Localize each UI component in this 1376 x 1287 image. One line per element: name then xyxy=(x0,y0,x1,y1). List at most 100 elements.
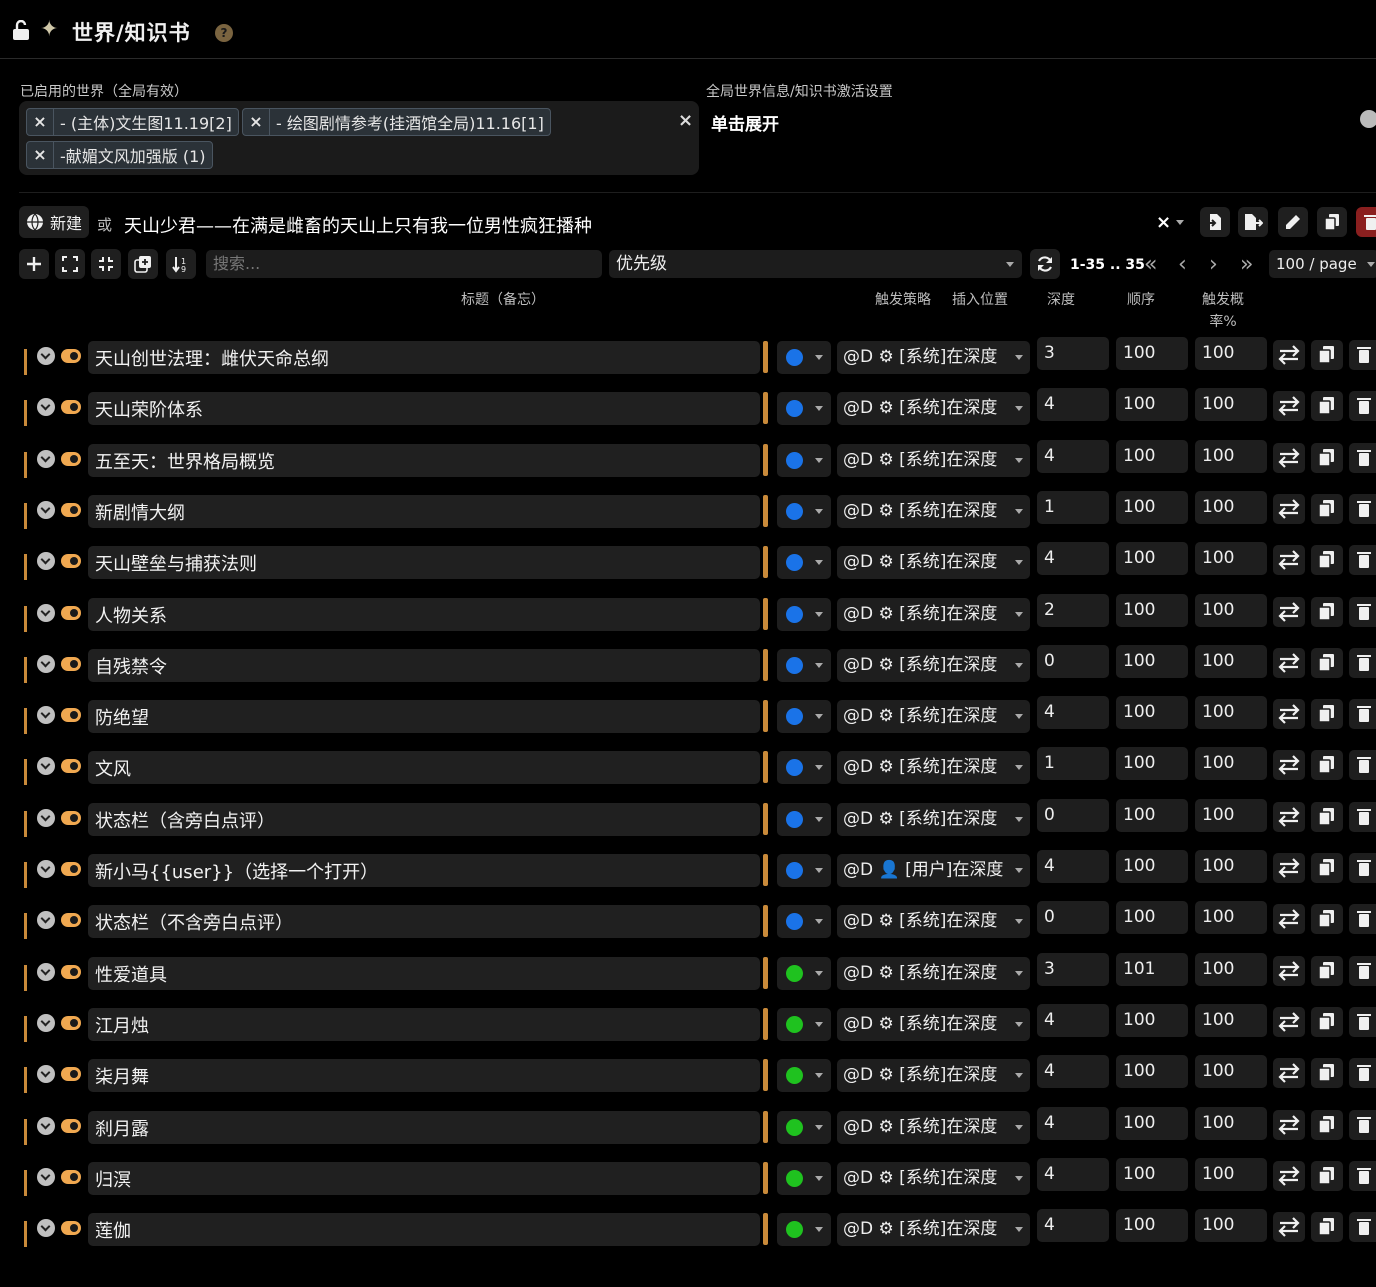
expand-entry-icon[interactable] xyxy=(37,552,55,570)
move-entry-button[interactable] xyxy=(1273,904,1305,934)
expand-entry-icon[interactable] xyxy=(37,604,55,622)
drag-handle[interactable] xyxy=(24,1221,27,1247)
expand-entry-icon[interactable] xyxy=(37,911,55,929)
resize-grip[interactable] xyxy=(763,751,768,783)
probability-input[interactable]: 100 xyxy=(1195,799,1267,832)
depth-input[interactable]: 3 xyxy=(1037,953,1109,986)
chevron-down-icon[interactable] xyxy=(1360,110,1376,128)
expand-entry-icon[interactable] xyxy=(37,809,55,827)
order-input[interactable]: 100 xyxy=(1116,799,1188,832)
enable-toggle[interactable] xyxy=(61,913,81,927)
depth-input[interactable]: 4 xyxy=(1037,542,1109,575)
position-select[interactable]: @D ⚙ [系统]在深度 xyxy=(837,1008,1030,1041)
probability-input[interactable]: 100 xyxy=(1195,901,1267,934)
entry-title-input[interactable]: 文风 xyxy=(88,751,760,784)
collapse-all-button[interactable] xyxy=(91,249,121,279)
drag-handle[interactable] xyxy=(24,913,27,939)
position-select[interactable]: @D 👤 [用户]在深度 xyxy=(837,854,1030,887)
strategy-select[interactable] xyxy=(777,341,831,374)
enable-toggle[interactable] xyxy=(61,1170,81,1184)
expand-entry-icon[interactable] xyxy=(37,860,55,878)
drag-handle[interactable] xyxy=(24,503,27,529)
resize-grip[interactable] xyxy=(763,495,768,527)
drag-handle[interactable] xyxy=(24,1067,27,1093)
depth-input[interactable]: 0 xyxy=(1037,645,1109,678)
resize-grip[interactable] xyxy=(763,392,768,424)
move-entry-button[interactable] xyxy=(1273,853,1305,883)
delete-entry-button[interactable] xyxy=(1349,956,1376,986)
position-select[interactable]: @D ⚙ [系统]在深度 xyxy=(837,803,1030,836)
order-input[interactable]: 100 xyxy=(1116,1107,1188,1140)
expand-entry-icon[interactable] xyxy=(37,450,55,468)
resize-grip[interactable] xyxy=(763,649,768,681)
order-input[interactable]: 100 xyxy=(1116,1209,1188,1242)
duplicate-entry-button[interactable] xyxy=(1311,648,1343,678)
expand-entry-icon[interactable] xyxy=(37,1014,55,1032)
export-button[interactable] xyxy=(1238,207,1268,237)
duplicate-entry-button[interactable] xyxy=(1311,494,1343,524)
resize-grip[interactable] xyxy=(763,700,768,732)
delete-book-button[interactable] xyxy=(1356,207,1376,237)
expand-entry-icon[interactable] xyxy=(37,757,55,775)
duplicate-entry-button[interactable] xyxy=(1311,904,1343,934)
move-entry-button[interactable] xyxy=(1273,1007,1305,1037)
probability-input[interactable]: 100 xyxy=(1195,491,1267,524)
entry-title-input[interactable]: 性爱道具 xyxy=(88,957,760,990)
entry-title-input[interactable]: 五至天：世界格局概览 xyxy=(88,444,760,477)
probability-input[interactable]: 100 xyxy=(1195,953,1267,986)
resize-grip[interactable] xyxy=(763,444,768,476)
chip-remove-button[interactable]: × xyxy=(27,142,54,168)
duplicate-entry-button[interactable] xyxy=(1311,699,1343,729)
probability-input[interactable]: 100 xyxy=(1195,645,1267,678)
probability-input[interactable]: 100 xyxy=(1195,1004,1267,1037)
strategy-select[interactable] xyxy=(777,546,831,579)
strategy-select[interactable] xyxy=(777,598,831,631)
probability-input[interactable]: 100 xyxy=(1195,747,1267,780)
entry-title-input[interactable]: 自残禁令 xyxy=(88,649,760,682)
resize-grip[interactable] xyxy=(763,1111,768,1143)
first-page-button[interactable]: « xyxy=(1144,252,1157,277)
depth-input[interactable]: 4 xyxy=(1037,696,1109,729)
strategy-select[interactable] xyxy=(777,1059,831,1092)
expand-entry-icon[interactable] xyxy=(37,963,55,981)
help-icon[interactable]: ? xyxy=(215,24,233,42)
delete-entry-button[interactable] xyxy=(1349,1110,1376,1140)
enable-toggle[interactable] xyxy=(61,965,81,979)
move-entry-button[interactable] xyxy=(1273,391,1305,421)
move-entry-button[interactable] xyxy=(1273,1212,1305,1242)
delete-entry-button[interactable] xyxy=(1349,802,1376,832)
drag-handle[interactable] xyxy=(24,452,27,478)
expand-entry-icon[interactable] xyxy=(37,1065,55,1083)
delete-entry-button[interactable] xyxy=(1349,699,1376,729)
position-select[interactable]: @D ⚙ [系统]在深度 xyxy=(837,444,1030,477)
unlock-icon[interactable] xyxy=(12,20,30,40)
drag-handle[interactable] xyxy=(24,1170,27,1196)
probability-input[interactable]: 100 xyxy=(1195,850,1267,883)
order-input[interactable]: 100 xyxy=(1116,850,1188,883)
duplicate-entry-button[interactable] xyxy=(1311,1161,1343,1191)
resize-grip[interactable] xyxy=(763,1008,768,1040)
order-input[interactable]: 100 xyxy=(1116,388,1188,421)
resize-grip[interactable] xyxy=(763,854,768,886)
enable-toggle[interactable] xyxy=(61,349,81,363)
sort-select[interactable]: 优先级 xyxy=(609,250,1022,278)
probability-input[interactable]: 100 xyxy=(1195,1055,1267,1088)
entry-title-input[interactable]: 归溟 xyxy=(88,1162,760,1195)
delete-entry-button[interactable] xyxy=(1349,1161,1376,1191)
delete-entry-button[interactable] xyxy=(1349,340,1376,370)
chip-remove-button[interactable]: × xyxy=(243,109,270,135)
enable-toggle[interactable] xyxy=(61,554,81,568)
entry-title-input[interactable]: 状态栏（不含旁白点评） xyxy=(88,905,760,938)
strategy-select[interactable] xyxy=(777,444,831,477)
book-dropdown-caret[interactable] xyxy=(1176,220,1184,225)
expand-entry-icon[interactable] xyxy=(37,347,55,365)
move-entry-button[interactable] xyxy=(1273,545,1305,575)
duplicate-entry-button[interactable] xyxy=(1311,1110,1343,1140)
strategy-select[interactable] xyxy=(777,905,831,938)
entry-title-input[interactable]: 新小马{{user}}（选择一个打开） xyxy=(88,854,760,887)
drag-handle[interactable] xyxy=(24,1119,27,1145)
probability-input[interactable]: 100 xyxy=(1195,1158,1267,1191)
move-entry-button[interactable] xyxy=(1273,1058,1305,1088)
new-world-button[interactable]: 新建 xyxy=(19,206,89,238)
order-input[interactable]: 100 xyxy=(1116,1055,1188,1088)
